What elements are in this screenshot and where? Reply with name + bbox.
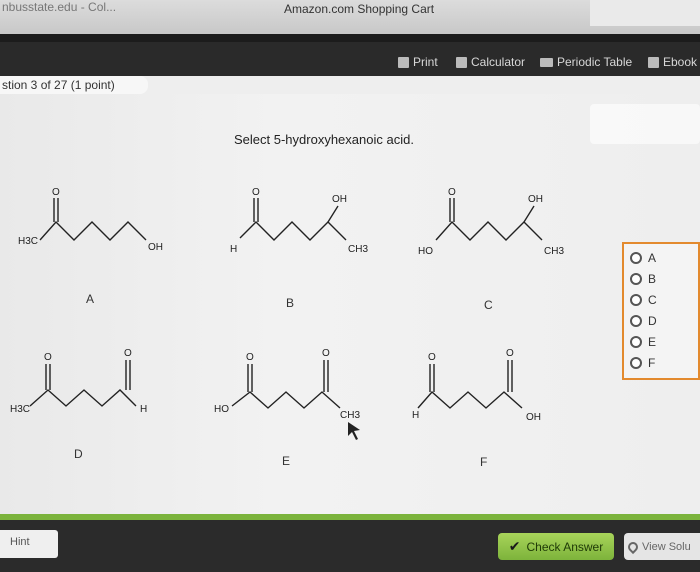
question-prompt: Select 5-hydroxyhexanoic acid. [234,132,414,147]
browser-tab[interactable]: nbusstate.edu - Col... [0,0,150,16]
location-pin-icon [625,539,641,554]
oxygen-label: O [252,187,260,198]
option-label: F [648,356,656,370]
hydrogen-label: H [230,244,237,255]
option-label: D [648,314,657,328]
ebook-label: Ebook [663,55,698,69]
calculator-button[interactable]: Calculator [456,54,525,70]
hydrogen-label: H [140,404,147,415]
molecule-d: O O H3C H [10,348,147,415]
app-toolbar: Print Calculator Periodic Table Ebook [0,34,700,76]
check-answer-button[interactable]: ✔ Check Answer [498,533,614,560]
printer-icon [398,56,409,68]
oxygen-label: O [52,187,60,198]
glare [590,0,700,26]
hydroxyl-label: OH [528,194,543,205]
browser-top-bar: nbusstate.edu - Col... Amazon.com Shoppi… [0,0,700,34]
hydroxyl-label: OH [332,194,347,205]
radio-button[interactable] [630,273,642,285]
molecule-structures: O H3C OH O OH H CH3 O OH HO CH3 O O H3C … [10,187,564,440]
print-label: Print [413,55,438,69]
view-solution-button[interactable]: View Solu [624,533,700,560]
question-number: stion 3 of 27 (1 point) [0,76,148,94]
molecule-label-b: B [286,296,295,310]
molecule-a: O H3C OH [18,187,163,253]
mouse-cursor-icon [348,422,360,440]
question-header: stion 3 of 27 (1 point) [0,76,700,94]
oxygen-label: O [428,352,436,363]
molecule-c: O OH HO CH3 [418,187,564,257]
oxygen-label: O [506,348,514,359]
oxygen-label: O [124,348,132,359]
oxygen-label: O [322,348,330,359]
molecule-label-a: A [86,292,95,306]
oxygen-label: O [246,352,254,363]
molecule-label-c: C [484,298,493,312]
option-e[interactable]: E [630,334,656,350]
hydroxyl-label: OH [148,242,163,253]
methyl-label: CH3 [348,244,368,255]
radio-button[interactable] [630,252,642,264]
methyl-label: CH3 [340,410,360,421]
radio-button[interactable] [630,315,642,327]
hint-button[interactable]: Hint [0,530,58,558]
check-answer-label: Check Answer [526,539,604,554]
hydroxyl-label: HO [418,246,433,257]
periodic-table-button[interactable]: Periodic Table [540,54,632,70]
hydroxyl-label: OH [526,412,541,423]
option-label: A [648,251,657,265]
option-label: C [648,293,657,307]
periodic-table-label: Periodic Table [557,55,633,69]
hydrogen-label: H [412,410,419,421]
molecule-label-e: E [282,454,291,468]
radio-button[interactable] [630,336,642,348]
molecule-e: O O HO CH3 [214,348,360,421]
option-label: E [648,335,657,349]
option-a[interactable]: A [630,250,656,266]
oxygen-label: O [44,352,52,363]
option-f[interactable]: F [630,355,655,371]
ebook-button[interactable]: Ebook [648,54,697,70]
methyl-label: H3C [18,236,38,247]
radio-button[interactable] [630,294,642,306]
option-b[interactable]: B [630,271,656,287]
periodic-table-icon [540,57,553,67]
calculator-icon [456,56,467,68]
option-c[interactable]: C [630,292,657,308]
view-solution-label: View Solu [642,540,691,553]
hydroxyl-label: HO [214,404,229,415]
option-d[interactable]: D [630,313,657,329]
oxygen-label: O [448,187,456,198]
browser-window-title: Amazon.com Shopping Cart [284,2,435,16]
print-button[interactable]: Print [398,54,438,70]
calculator-label: Calculator [471,55,526,69]
book-icon [648,56,659,68]
molecule-label-f: F [480,455,488,469]
methyl-label: H3C [10,404,30,415]
molecule-label-d: D [74,447,83,461]
answer-options: A B C D E F [622,242,700,380]
molecule-b: O OH H CH3 [230,187,368,255]
option-label: B [648,272,657,286]
molecule-f: O O H OH [412,348,541,423]
radio-button[interactable] [630,357,642,369]
screen-glare [590,104,700,144]
checkmark-icon: ✔ [508,538,521,554]
methyl-label: CH3 [544,246,564,257]
